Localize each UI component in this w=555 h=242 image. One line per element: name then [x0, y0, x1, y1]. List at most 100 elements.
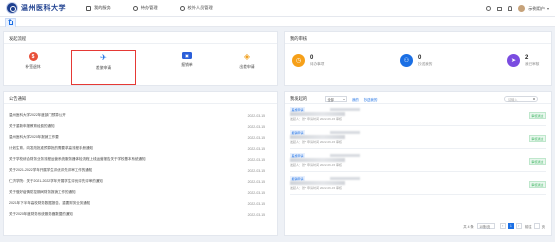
- flow-label: 差旅申请: [95, 66, 112, 70]
- flow-item-travel-apply[interactable]: ✈ 差旅申请: [71, 50, 136, 85]
- notice-date: 2022-03-15: [247, 212, 265, 217]
- notice-date: 2022-03-15: [247, 190, 265, 195]
- notice-title: 关于重新申报教育经费的通知: [9, 124, 55, 128]
- panel-title: 我发起的: [290, 96, 308, 104]
- nav-external-people[interactable]: 校外人员管理: [174, 0, 219, 17]
- page-button[interactable]: 1: [507, 223, 514, 229]
- tab-home[interactable]: [5, 18, 16, 27]
- notice-date: 2022-03-15: [247, 168, 265, 173]
- search-placeholder: 请输入: [508, 97, 518, 102]
- notice-date: 2022-03-15: [247, 201, 265, 206]
- notice-title: 关于2021-2022学年开展学生评优评先评审工作的通知: [9, 168, 93, 172]
- people-icon: [179, 5, 185, 11]
- notice-title: 仁济学院：关于2021-2022学年开展学生评优评先评审的通知: [9, 179, 103, 183]
- people-icon: ⚇: [400, 54, 413, 67]
- notice-row[interactable]: 关于2020年度财务系统服务器数据的通知 2022-03-15: [9, 210, 265, 219]
- nav-my-services[interactable]: 我的服务: [80, 0, 117, 17]
- notice-row[interactable]: 计划生育，向发改批准预算批的需要求高流程手册通知 2022-03-15: [9, 144, 265, 153]
- notice-date: 2022-03-15: [247, 146, 265, 151]
- notice-title: 计划生育，向发改批准预算批的需要求高流程手册通知: [9, 146, 93, 150]
- task-pending[interactable]: ◷ 0 待办事项: [292, 54, 324, 67]
- my-review-panel: 我的审核 ◷ 0 待办事项 ⚇ 0 抄送我的 ➤ 2 我已审核: [284, 31, 552, 86]
- notice-row[interactable]: 关于做好疫情防控期间财务报销工作的通知 2022-03-15: [9, 188, 265, 197]
- application-card[interactable]: 报销申请 发起人：张* 申请时间 2022-06-15 审核 审核通过: [290, 174, 546, 195]
- page-size-value: 10条/页: [479, 224, 491, 229]
- university-logo[interactable]: 温州医科大学: [6, 2, 80, 14]
- panel-title: 公告通知: [9, 96, 27, 104]
- application-card[interactable]: 差旅申请 发起人：张* 申请时间 2022-06-15 审核 审核通过: [290, 151, 546, 172]
- search-icon: [532, 97, 535, 101]
- flow-item-business-trip[interactable]: ◈ 出差申请: [222, 52, 272, 82]
- prev-page-button[interactable]: ‹: [499, 223, 506, 229]
- help-icon[interactable]: [486, 6, 492, 11]
- nav-todo-management[interactable]: 待办管理: [127, 0, 164, 17]
- start-process-panel: 发起流程 $ 补签退休 ✈ 差旅申请 ▣ 报销单 ◈ 出差申请: [3, 31, 278, 86]
- task-label: 抄送我的: [418, 61, 433, 66]
- task-count: 2: [525, 54, 529, 61]
- task-label: 待办事项: [310, 61, 325, 66]
- notice-row[interactable]: 关于学校综合财务业务流程运营系统服务器体检流程上线运营报告关于学校基本系统通知 2…: [9, 155, 265, 164]
- notice-title: 温州医科大学2022年度部门预算公开: [9, 113, 66, 117]
- chevron-down-icon[interactable]: [547, 7, 549, 10]
- blurred-title: [330, 153, 360, 157]
- task-reviewed[interactable]: ➤ 2 我已审核: [507, 54, 539, 67]
- next-page-button[interactable]: ›: [515, 223, 522, 229]
- message-icon[interactable]: [497, 6, 503, 11]
- notice-date: 2022-03-15: [247, 113, 265, 118]
- divider: [4, 43, 277, 44]
- task-cc-me[interactable]: ⚇ 0 抄送我的: [400, 54, 432, 67]
- blurred-content: [290, 112, 345, 116]
- notice-date: 2022-03-15: [247, 179, 265, 184]
- monitor-icon: ▣: [182, 52, 192, 59]
- notice-title: 温州医科大学2020年报销工作要: [9, 135, 59, 139]
- bell-icon[interactable]: [508, 6, 513, 11]
- nav-label: 校外人员管理: [187, 5, 213, 10]
- avatar[interactable]: [518, 5, 526, 12]
- tab-cc-me[interactable]: 抄送我的: [364, 97, 378, 102]
- task-count: 0: [418, 54, 422, 61]
- apply-filter: 全部 我的 抄送我的: [325, 96, 377, 102]
- nav-label: 待办管理: [140, 5, 158, 10]
- notice-row[interactable]: 2021年下半年高校财务数据报告，重要财务业务通知 2022-03-15: [9, 199, 265, 208]
- user-name[interactable]: 示例用户: [528, 6, 545, 12]
- application-card[interactable]: 差旅申请 发起人：张* 申请时间 2022-06-15 审核 审核通过: [290, 105, 546, 126]
- chevron-down-icon: [343, 98, 345, 100]
- goto-page-input[interactable]: [533, 223, 540, 229]
- status-badge: 审核通过: [528, 158, 546, 166]
- blurred-title: [330, 107, 360, 111]
- blurred-content: [290, 158, 345, 162]
- application-card[interactable]: 报销申请 发起人：张* 申请时间 2022-06-15 审核 审核通过: [290, 128, 546, 149]
- divider: [285, 103, 551, 104]
- logo-text: 温州医科大学: [21, 3, 66, 12]
- clock-icon: ◷: [292, 54, 305, 67]
- panel-title: 发起流程: [9, 36, 27, 44]
- status-select[interactable]: 全部: [325, 96, 347, 102]
- blurred-title: [330, 176, 360, 180]
- notice-date: 2022-03-15: [247, 157, 265, 162]
- tab-mine[interactable]: 我的: [352, 97, 359, 102]
- notice-row[interactable]: 仁济学院：关于2021-2022学年开展学生评优评先评审的通知 2022-03-1…: [9, 177, 265, 186]
- top-right-tools: 示例用户: [486, 0, 549, 17]
- page-size-select[interactable]: 10条/页: [476, 223, 495, 229]
- flow-item-retire-sign[interactable]: $ 补签退休: [8, 52, 58, 82]
- todo-icon: [132, 5, 138, 11]
- select-value: 全部: [327, 97, 334, 102]
- page-unit-label: 页: [541, 224, 545, 229]
- dollar-icon: $: [28, 52, 38, 61]
- divider: [4, 103, 277, 104]
- status-badge: 审核通过: [528, 135, 546, 143]
- notice-row[interactable]: 关于2021-2022学年开展学生评优评先评审工作的通知 2022-03-15: [9, 166, 265, 175]
- blurred-content: [290, 135, 345, 139]
- notice-row[interactable]: 温州医科大学2022年度部门预算公开 2022-03-15: [9, 111, 265, 120]
- tab-strip: [0, 17, 555, 27]
- task-label: 我已审核: [525, 61, 540, 66]
- notice-row[interactable]: 关于重新申报教育经费的通知 2022-03-15: [9, 122, 265, 131]
- status-badge: 审核通过: [528, 112, 546, 120]
- monitor-icon: [86, 5, 91, 11]
- search-input[interactable]: 请输入: [504, 96, 538, 102]
- flow-label: 报销单: [181, 63, 193, 67]
- flow-item-reimburse[interactable]: ▣ 报销单: [162, 52, 212, 82]
- seal-icon: [6, 2, 18, 14]
- flow-label: 补签退休: [25, 65, 41, 69]
- notice-row[interactable]: 温州医科大学2020年报销工作要 2022-03-15: [9, 133, 265, 142]
